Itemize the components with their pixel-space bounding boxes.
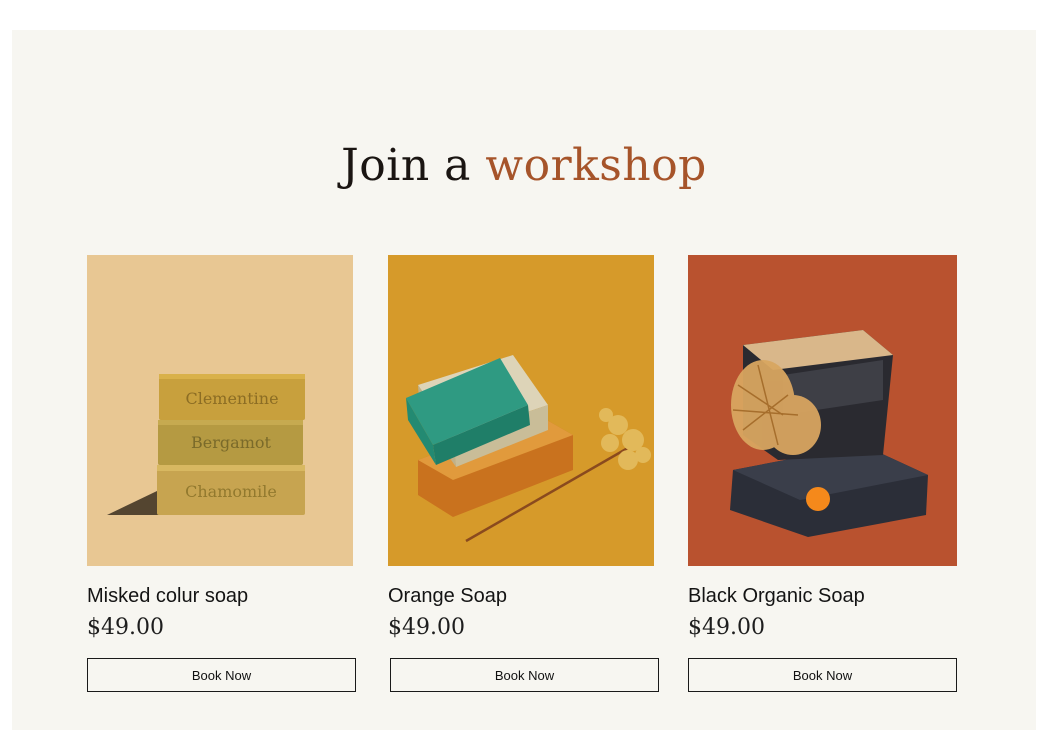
bar-label-1: Clementine: [185, 389, 278, 408]
product-price: $49.00: [688, 615, 765, 640]
product-image-3[interactable]: [688, 255, 957, 566]
bar-label-2: Bergamot: [191, 433, 271, 452]
product-name[interactable]: Misked colur soap: [87, 585, 248, 608]
product-name[interactable]: Orange Soap: [388, 585, 507, 608]
book-now-button[interactable]: Book Now: [87, 658, 356, 692]
product-name[interactable]: Black Organic Soap: [688, 585, 865, 608]
product-card-2[interactable]: Orange Soap $49.00 Book Now: [388, 255, 659, 692]
title-part-2: workshop: [485, 140, 707, 191]
title-part-1: Join a: [341, 140, 471, 191]
black-soap-image: [730, 330, 928, 537]
cursor-dot: [806, 487, 830, 511]
book-now-button[interactable]: Book Now: [390, 658, 659, 692]
soap-stack-image: Clementine Bergamot Chamomile: [107, 374, 305, 515]
orange-soap-image: [406, 355, 651, 543]
section-title: Join a workshop: [12, 138, 1036, 194]
book-now-button[interactable]: Book Now: [688, 658, 957, 692]
product-image-2[interactable]: [388, 255, 654, 566]
workshop-section: Join a workshop Clementine Bergamot Cham…: [12, 30, 1036, 730]
product-card-3[interactable]: Black Organic Soap $49.00 Book Now: [688, 255, 957, 692]
product-image-1[interactable]: Clementine Bergamot Chamomile: [87, 255, 353, 566]
product-price: $49.00: [388, 615, 465, 640]
product-card-1[interactable]: Clementine Bergamot Chamomile Misked col…: [87, 255, 356, 692]
bar-label-3: Chamomile: [185, 482, 277, 501]
product-price: $49.00: [87, 615, 164, 640]
